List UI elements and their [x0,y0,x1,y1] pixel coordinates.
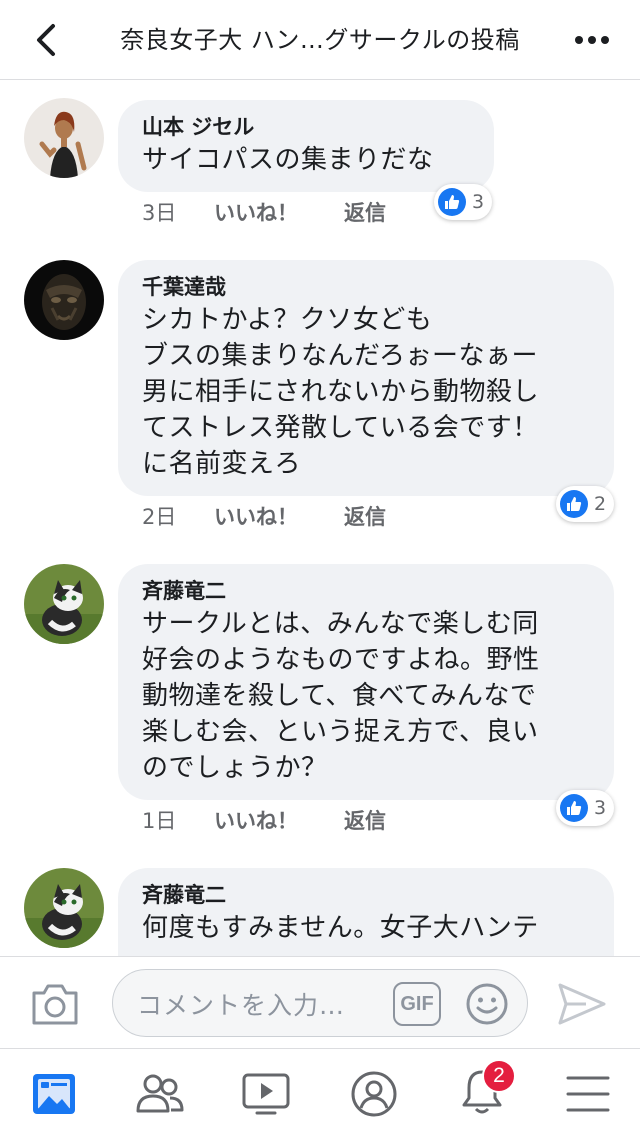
comment-input-placeholder: コメントを入力… [137,991,346,1020]
comment-meta: 2日 いいね！ 返信 [142,502,386,532]
comment-bubble: 斉藤竜二 サークルとは、みんなで楽しむ同 好会のようなものですよね。野性 動物達… [118,564,614,800]
top-bar: 奈良女子大 ハン…グサークルの投稿 [0,0,640,80]
comment-time[interactable]: 1日 [142,806,214,836]
reaction-count[interactable]: 3 [434,184,493,220]
reaction-count[interactable]: 2 [556,486,615,522]
avatar[interactable] [24,260,104,340]
like-icon [438,188,466,216]
comment-bubble: 千葉達哉 シカトかよ？クソ女ども ブスの集まりなんだろぉーなぁー 男に相手にされ… [118,260,614,496]
comment-bubble: 斉藤竜二 何度もすみません。女子大ハンテ [118,868,614,956]
comment-text: サークルとは、みんなで楽しむ同 好会のようなものですよね。野性 動物達を殺して、… [142,609,540,783]
reply-button[interactable]: 返信 [344,198,386,228]
friends-icon[interactable] [134,1069,186,1119]
like-icon [560,794,588,822]
comment-input[interactable]: コメントを入力… GIF [112,969,528,1037]
gif-icon[interactable]: GIF [393,982,441,1026]
comment-text: シカトかよ？クソ女ども ブスの集まりなんだろぉーなぁー 男に相手にされないから動… [142,305,539,479]
comment-text: 何度もすみません。女子大ハンテ [142,913,539,943]
menu-icon[interactable] [562,1069,614,1119]
avatar[interactable] [24,564,104,644]
like-icon [560,490,588,518]
like-button[interactable]: いいね！ [214,806,344,836]
avatar[interactable] [24,868,104,948]
profile-icon[interactable] [348,1069,400,1119]
comment-author[interactable]: 千葉達哉 [142,272,590,302]
reaction-number: 2 [594,493,607,515]
news-feed-icon[interactable] [28,1069,80,1119]
camera-icon[interactable] [30,981,80,1027]
back-arrow-icon[interactable] [26,20,66,60]
reaction-count[interactable]: 3 [556,790,615,826]
comment-meta: 1日 いいね！ 返信 [142,806,386,836]
more-icon[interactable] [570,20,614,60]
comment-time[interactable]: 3日 [142,198,214,228]
send-icon[interactable] [556,981,608,1027]
comment-composer: コメントを入力… GIF [0,956,640,1048]
comment-meta: 3日 いいね！ 返信 [142,198,386,228]
reaction-number: 3 [594,797,607,819]
like-button[interactable]: いいね！ [214,198,344,228]
reaction-number: 3 [472,191,485,213]
watch-icon[interactable] [240,1069,292,1119]
comment-author[interactable]: 斉藤竜二 [142,880,590,910]
comment-bubble: 山本 ジセル サイコパスの集まりだな [118,100,494,192]
notifications-tab[interactable]: 2 [456,1059,516,1119]
page-title: 奈良女子大 ハン…グサークルの投稿 [120,26,520,54]
reply-button[interactable]: 返信 [344,502,386,532]
emoji-icon[interactable] [465,982,509,1026]
reply-button[interactable]: 返信 [344,806,386,836]
notification-badge: 2 [482,1059,516,1093]
comment-list: 山本 ジセル サイコパスの集まりだな 3 3日 いいね！ 返信 千葉達哉 シカト… [0,80,640,956]
comment-author[interactable]: 山本 ジセル [142,112,470,142]
comment-time[interactable]: 2日 [142,502,214,532]
comment-author[interactable]: 斉藤竜二 [142,576,590,606]
like-button[interactable]: いいね！ [214,502,344,532]
comment-text: サイコパスの集まりだな [142,145,434,175]
avatar[interactable] [24,98,104,178]
bottom-tab-bar: 2 [0,1048,640,1136]
